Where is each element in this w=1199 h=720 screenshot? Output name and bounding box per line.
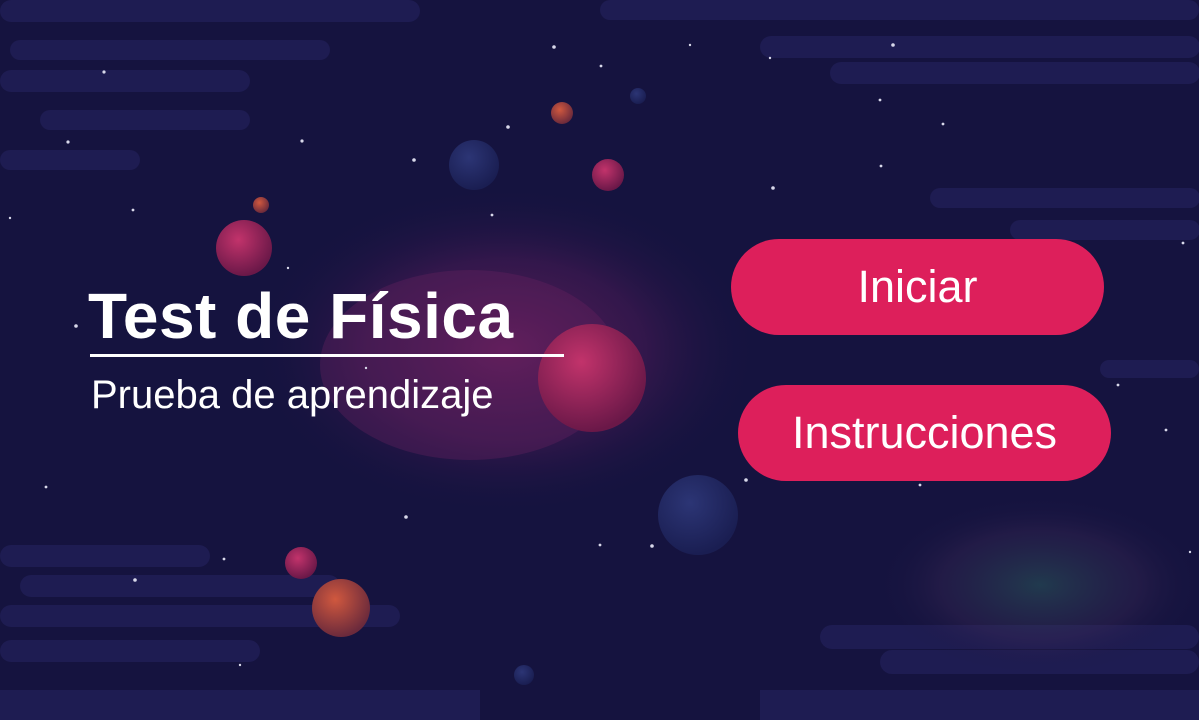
start-screen: Test de Física Prueba de aprendizaje Ini… <box>0 0 1199 720</box>
page-subtitle: Prueba de aprendizaje <box>91 373 494 417</box>
page-title: Test de Física <box>88 280 514 352</box>
title-block: Test de Física Prueba de aprendizaje <box>88 278 608 419</box>
instructions-button[interactable]: Instrucciones <box>738 385 1111 481</box>
title-underline <box>90 354 564 357</box>
start-button[interactable]: Iniciar <box>731 239 1104 335</box>
